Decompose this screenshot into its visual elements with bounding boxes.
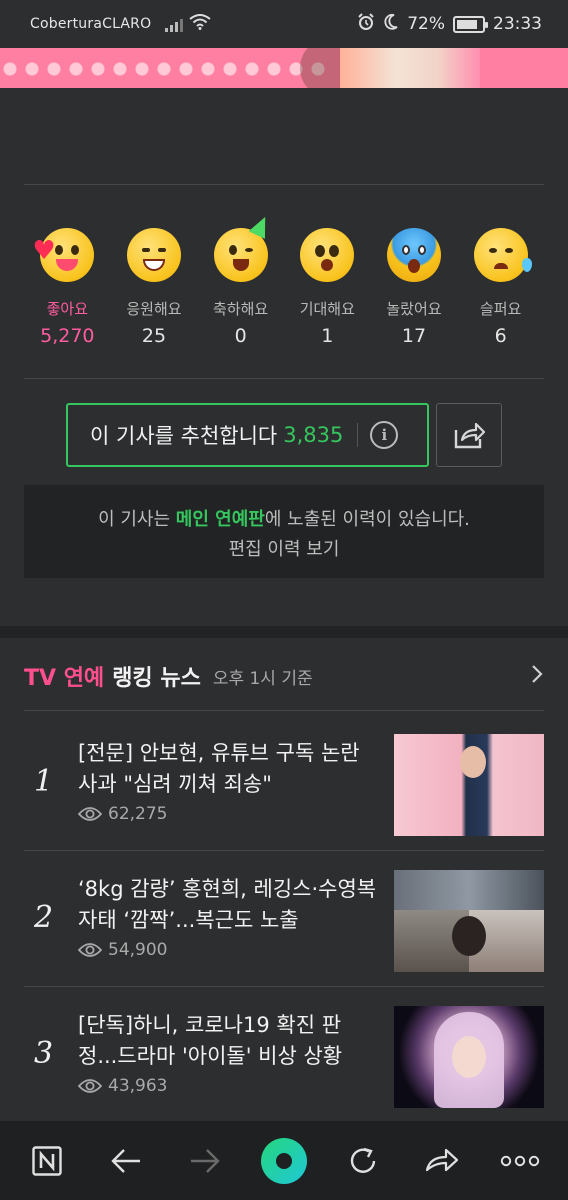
notice-highlight: 메인 연예판 [175, 509, 265, 530]
view-count-value: 54,900 [108, 940, 168, 960]
notice-suffix: 에 노출된 이력이 있습니다. [264, 509, 470, 530]
share-page-button[interactable] [414, 1133, 470, 1189]
reaction-count: 6 [494, 325, 507, 347]
reaction-like[interactable]: ♥ 좋아요 5,270 [24, 228, 111, 347]
ranking-item[interactable]: 1 [전문] 안보현, 유튜브 구독 논란 사과 "심려 끼쳐 죄송" 62,2… [24, 712, 544, 848]
divider [24, 184, 544, 185]
news-headline[interactable]: [단독]하니, 코로나19 확진 판정...드라마 '아이돌' 비상 상황 [78, 1010, 378, 1072]
reaction-congrats[interactable]: 축하해요 0 [197, 213, 284, 347]
arrow-left-icon [111, 1148, 141, 1173]
separator [357, 423, 359, 447]
ad-lace-pattern [0, 56, 330, 82]
news-thumbnail[interactable] [394, 870, 544, 972]
view-count-value: 62,275 [108, 804, 168, 824]
naver-home-button[interactable] [19, 1133, 75, 1189]
view-count: 54,900 [78, 940, 167, 960]
section-separator [0, 626, 568, 638]
news-headline[interactable]: ‘8kg 감량’ 홍현희, 레깅스·수영복 자태 ‘깜짝’...복근도 노출 [78, 874, 378, 936]
eye-icon [78, 943, 102, 957]
refresh-button[interactable] [335, 1133, 391, 1189]
reaction-label: 슬퍼요 [479, 300, 522, 318]
rank-number: 1 [34, 764, 54, 799]
edit-history-notice: 이 기사는 메인 연예판에 노출된 이력이 있습니다. 편집 이력 보기 [24, 485, 544, 578]
status-bar: CoberturaCLARO 72% 23:33 [0, 0, 568, 48]
arrow-right-icon [191, 1148, 220, 1173]
edit-history-link[interactable]: 편집 이력 보기 [24, 535, 544, 565]
green-dot-button[interactable] [256, 1133, 312, 1189]
shocked-face-icon [386, 228, 441, 282]
reaction-label: 놀랐어요 [386, 300, 442, 318]
news-thumbnail[interactable] [394, 734, 544, 836]
ad-banner[interactable]: AD [0, 48, 568, 88]
divider [24, 378, 544, 379]
reaction-label: 기대해요 [299, 300, 355, 318]
ranking-item[interactable]: 3 [단독]하니, 코로나19 확진 판정...드라마 '아이돌' 비상 상황 … [24, 984, 544, 1120]
excited-face-icon [300, 228, 355, 282]
ranking-title: 랭킹 뉴스 [112, 666, 201, 691]
reaction-count: 0 [234, 325, 247, 347]
signal-icon [165, 16, 184, 32]
rank-number: 2 [34, 900, 54, 935]
view-count: 43,963 [78, 1076, 167, 1096]
share-button[interactable] [436, 403, 502, 467]
sad-face-icon [473, 228, 532, 282]
recommend-button[interactable]: 이 기사를 추천합니다 3,835 i [66, 403, 429, 467]
reaction-label: 좋아요 [46, 300, 89, 318]
share-arrow-icon [425, 1148, 458, 1171]
reaction-label: 축하해요 [213, 300, 269, 318]
reaction-count: 5,270 [40, 325, 95, 347]
clock: 23:33 [493, 14, 542, 34]
reaction-count: 1 [321, 325, 334, 347]
browser-toolbar [0, 1121, 568, 1200]
view-count: 62,275 [78, 804, 167, 824]
share-icon [454, 422, 486, 449]
battery-icon [453, 15, 488, 33]
notice-prefix: 이 기사는 [98, 509, 176, 530]
reaction-cheer[interactable]: 응원해요 25 [111, 228, 198, 347]
green-dot-icon [260, 1137, 307, 1184]
eye-icon [78, 807, 102, 821]
more-button[interactable] [492, 1133, 548, 1189]
reaction-count: 25 [141, 325, 167, 347]
ranking-category: TV 연예 [24, 666, 105, 691]
more-dots-icon [501, 1155, 540, 1166]
refresh-icon [350, 1147, 375, 1173]
reaction-expect[interactable]: 기대해요 1 [284, 228, 371, 347]
recommend-count: 3,835 [283, 423, 344, 447]
reaction-surprised[interactable]: 놀랐어요 17 [371, 228, 458, 347]
rank-number: 3 [34, 1036, 54, 1071]
forward-button[interactable] [177, 1133, 233, 1189]
recommend-label: 이 기사를 추천합니다 [90, 424, 278, 448]
view-count-value: 43,963 [108, 1076, 168, 1096]
ad-image [340, 48, 480, 88]
battery-percent: 72% [407, 14, 445, 34]
info-icon[interactable]: i [370, 421, 399, 449]
reaction-sad[interactable]: 슬퍼요 6 [457, 228, 544, 347]
wifi-icon [189, 14, 211, 34]
carrier-name: CoberturaCLARO [30, 16, 152, 32]
alarm-icon [357, 12, 375, 36]
ranking-time: 오후 1시 기준 [212, 668, 313, 689]
ranking-item[interactable]: 2 ‘8kg 감량’ 홍현희, 레깅스·수영복 자태 ‘깜짝’...복근도 노출… [24, 848, 544, 984]
notice-text: 이 기사는 메인 연예판에 노출된 이력이 있습니다. [24, 505, 544, 535]
naver-n-icon [32, 1145, 63, 1176]
party-face-icon [213, 213, 274, 282]
love-face-icon: ♥ [32, 228, 95, 282]
news-headline[interactable]: [전문] 안보현, 유튜브 구독 논란 사과 "심려 끼쳐 죄송" [78, 738, 378, 800]
eye-icon [78, 1079, 102, 1093]
reaction-count: 17 [401, 325, 427, 347]
divider [24, 710, 544, 711]
moon-icon [383, 13, 399, 36]
news-thumbnail[interactable] [394, 1006, 544, 1108]
reaction-bar: ♥ 좋아요 5,270 응원해요 25 축하해요 0 기대해요 1 놀랐어요 1… [24, 213, 544, 347]
back-button[interactable] [98, 1133, 154, 1189]
ranking-header[interactable]: TV 연예 랭킹 뉴스 오후 1시 기준 [24, 656, 544, 696]
cheer-face-icon [126, 228, 181, 282]
reaction-label: 응원해요 [126, 300, 182, 318]
chevron-right-icon[interactable] [530, 662, 544, 690]
